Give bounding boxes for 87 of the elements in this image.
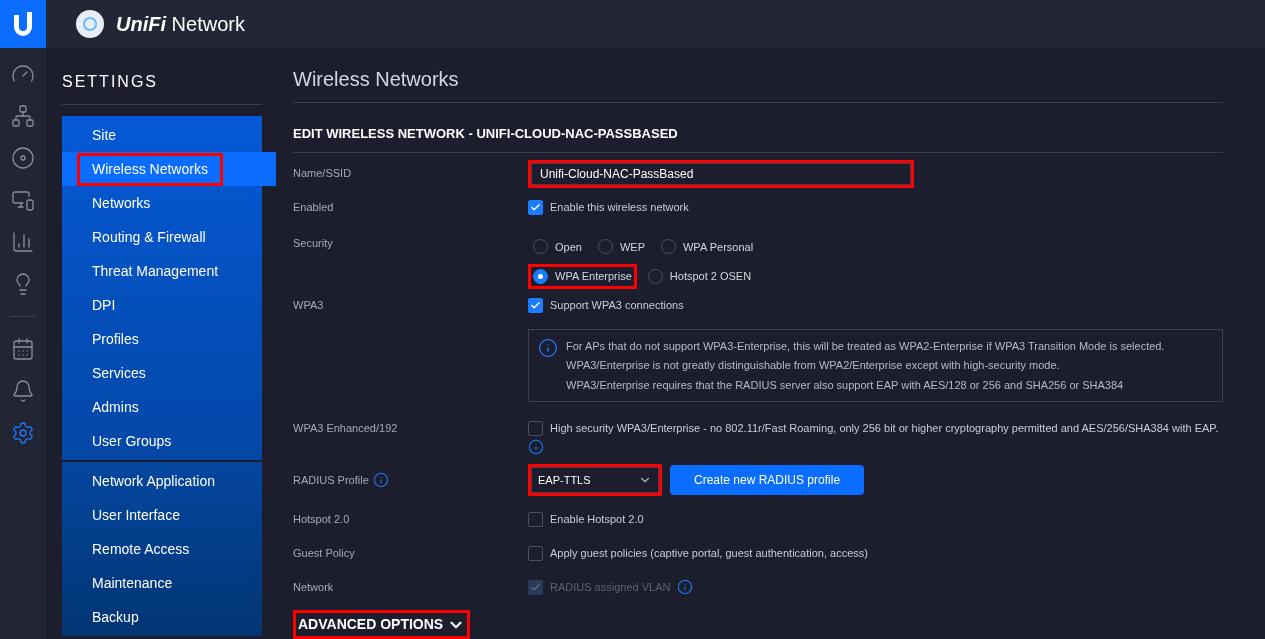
topology-icon[interactable]	[11, 104, 35, 128]
checkbox[interactable]	[528, 545, 543, 561]
nav-label: Services	[91, 363, 147, 383]
sidebar-item[interactable]: Remote Access	[62, 532, 262, 566]
checkbox-label: RADIUS assigned VLAN	[550, 579, 671, 595]
field-label: Enabled	[293, 200, 334, 216]
advanced-options-toggle[interactable]: ADVANCED OPTIONS	[293, 610, 471, 639]
radio-label: WPA Enterprise	[555, 269, 632, 284]
create-radius-profile-button[interactable]: Create new RADIUS profile	[670, 465, 865, 495]
devices-icon[interactable]	[11, 188, 35, 212]
checkbox[interactable]	[528, 200, 543, 215]
app-badge-icon	[76, 10, 104, 38]
radio-label: Open	[555, 239, 582, 255]
radio-option[interactable]: Open	[528, 234, 587, 259]
field-label: Name/SSID	[293, 166, 352, 182]
note-line: WPA3/Enterprise requires that the RADIUS server also support EAP with AES/128 or 256 and SHA256 or SHA384	[566, 377, 1125, 393]
info-icon[interactable]	[528, 438, 544, 455]
sidebar-item[interactable]: Network Application	[62, 464, 262, 498]
nav-label: Threat Management	[91, 261, 220, 281]
nav-label: Site	[91, 125, 118, 145]
nav-label: Backup	[91, 607, 140, 627]
checkbox[interactable]	[528, 511, 543, 527]
settings-icon[interactable]	[11, 421, 35, 445]
checkbox[interactable]	[528, 420, 543, 436]
info-icon[interactable]	[372, 472, 389, 488]
sidebar-item[interactable]: DPI	[62, 288, 262, 322]
section-title: EDIT WIRELESS NETWORK - UNIFI-CLOUD-NAC-PASSBASED	[293, 103, 1223, 153]
sidebar-item[interactable]: User Interface	[62, 498, 262, 532]
radio-button[interactable]	[533, 268, 548, 284]
check-icon	[530, 581, 541, 593]
sidebar-item[interactable]: Services	[62, 356, 262, 390]
nav-label: Networks	[91, 193, 152, 213]
field-label: RADIUS Profile	[293, 472, 369, 488]
note-line: WPA3/Enterprise is not greatly distinguishable from WPA2/Enterprise except with high-security mode.	[566, 358, 1061, 373]
bar-chart-icon[interactable]	[11, 230, 35, 254]
radio-label: Hotspot 2 OSEN	[669, 269, 752, 284]
note-line: For APs that do not support WPA3-Enterprise, this will be treated as WPA2-Enterprise if WPA3 Transition Mode is selected.	[566, 338, 1165, 354]
app-logo[interactable]	[0, 0, 46, 48]
nav-label: Maintenance	[91, 573, 174, 593]
sidebar-item[interactable]: Profiles	[62, 322, 262, 356]
radius-profile-select[interactable]: EAP-TTLS	[528, 464, 662, 496]
sidebar-item[interactable]: Site	[62, 118, 262, 152]
sidebar-item[interactable]: Threat Management	[62, 254, 262, 288]
field-label: Security	[293, 235, 333, 251]
radio-option[interactable]: WPA Enterprise	[528, 264, 637, 289]
nav-label: Network Application	[91, 471, 216, 491]
field-label: Network	[293, 579, 334, 595]
checkbox-label: Enable Hotspot 2.0	[550, 511, 644, 527]
radio-label: WPA Personal	[683, 239, 754, 255]
checkbox[interactable]	[528, 298, 543, 313]
sidebar-item[interactable]: Backup	[62, 600, 262, 634]
field-label: WPA3	[293, 298, 324, 314]
nav-label: Routing & Firewall	[91, 227, 207, 247]
field-label: Guest Policy	[293, 545, 355, 561]
calendar-icon[interactable]	[11, 337, 35, 361]
checkbox-label: Support WPA3 connections	[550, 298, 684, 314]
field-label: WPA3 Enhanced/192	[293, 421, 398, 436]
nav-label: Remote Access	[91, 539, 191, 559]
sidebar-item[interactable]: User Groups	[62, 424, 262, 458]
nav-label: User Groups	[91, 431, 173, 451]
checkbox-label: High security WPA3/Enterprise - no 802.11r/Fast Roaming, only 256 bit or higher cryptography permitted and AES/256/SHA384 with EAP.	[550, 421, 1219, 436]
sidebar-item[interactable]: Maintenance	[62, 566, 262, 600]
sidebar-title: SETTINGS	[62, 70, 262, 105]
checkbox-label: Enable this wireless network	[550, 200, 689, 216]
sidebar-item[interactable]: Wireless Networks	[62, 152, 276, 186]
nav-label: Admins	[91, 397, 140, 417]
notifications-icon[interactable]	[11, 379, 35, 403]
check-icon	[530, 300, 541, 311]
ssid-field[interactable]: Unifi-Cloud-NAC-PassBased	[528, 159, 914, 188]
radio-option[interactable]: WPA Personal	[656, 234, 759, 259]
sidebar-item[interactable]: Routing & Firewall	[62, 220, 262, 254]
sidebar-item[interactable]: Admins	[62, 390, 262, 424]
nav-label: User Interface	[91, 505, 181, 525]
checkbox-label: Apply guest policies (captive portal, guest authentication, access)	[550, 545, 868, 561]
nav-label: Wireless Networks	[77, 152, 223, 186]
sidebar-item[interactable]: Networks	[62, 186, 262, 220]
radio-label: WEP	[619, 239, 645, 255]
radio-option[interactable]: WEP	[592, 234, 650, 259]
radio-option[interactable]: Hotspot 2 OSEN	[642, 264, 757, 289]
nav-label: Profiles	[91, 329, 140, 349]
nav-label: DPI	[91, 295, 117, 315]
check-icon	[530, 202, 541, 213]
disc-icon[interactable]	[11, 146, 35, 170]
field-label: Hotspot 2.0	[293, 511, 350, 527]
page-title: Wireless Networks	[293, 64, 1223, 103]
app-title: UniFi Network	[116, 12, 245, 37]
info-icon	[538, 337, 558, 358]
